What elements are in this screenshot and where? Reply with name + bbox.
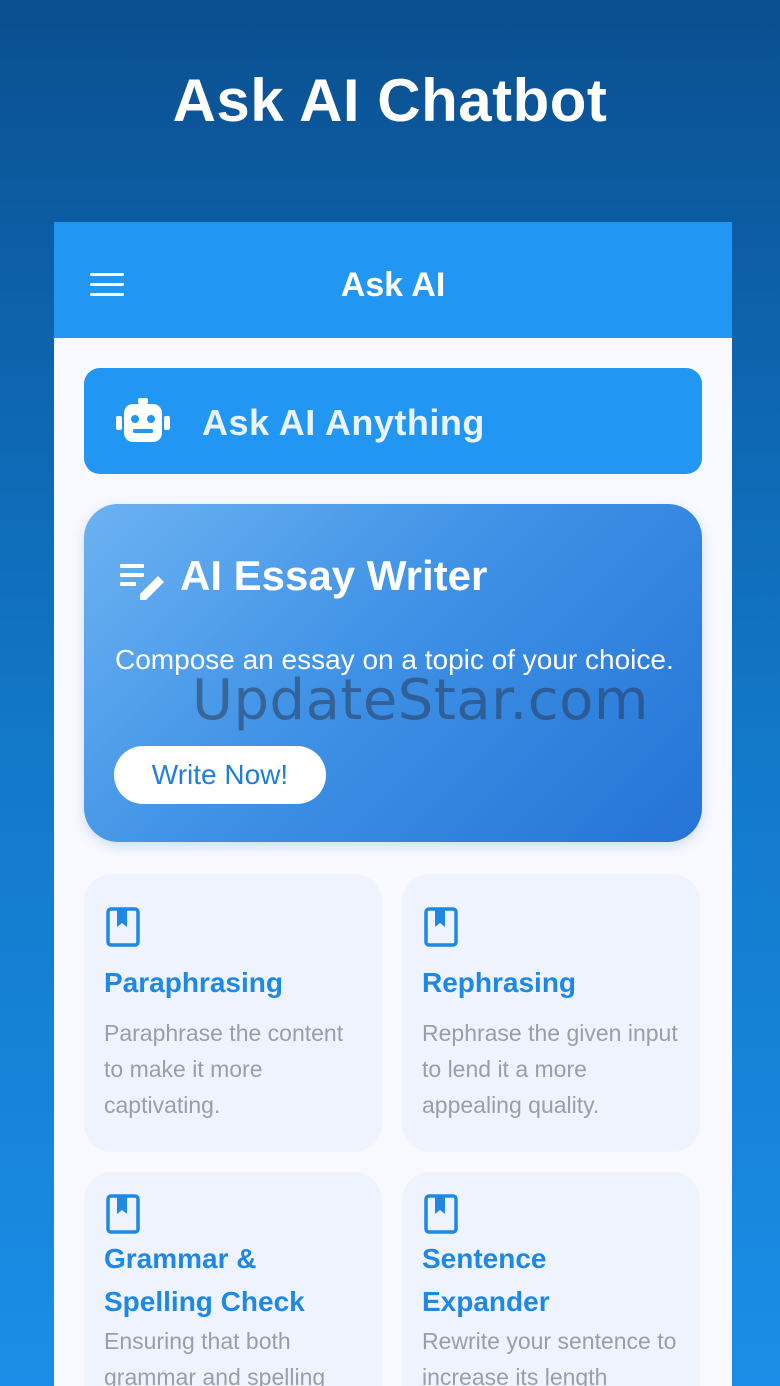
tool-description: Rephrase the given input to lend it a mo… [422, 1020, 678, 1118]
app-bar-title: Ask AI [340, 266, 446, 304]
book-bookmark-icon [106, 907, 140, 947]
app-screen: Ask AI Ask AI Anything AI Essay Writer C… [54, 222, 732, 1386]
robot-icon [116, 398, 170, 442]
ask-ai-anything-button[interactable]: Ask AI Anything [84, 368, 702, 474]
tool-card-rephrasing[interactable]: Rephrasing Rephrase the given input to l… [402, 874, 700, 1152]
tool-title: Sentence Expander [422, 1243, 550, 1317]
tool-description: Ensuring that both grammar and spelling [104, 1328, 326, 1386]
tool-description: Paraphrase the content to make it more c… [104, 1020, 344, 1118]
app-bar: Ask AI [54, 222, 732, 338]
essay-card-description: Compose an essay on a topic of your choi… [115, 644, 674, 675]
ask-ai-anything-label: Ask AI Anything [202, 402, 485, 443]
edit-notes-icon [120, 564, 164, 600]
book-bookmark-icon [106, 1194, 140, 1234]
essay-card-title: AI Essay Writer [180, 552, 488, 599]
write-now-button[interactable]: Write Now! [114, 746, 326, 804]
tool-title: Grammar & Spelling Check [104, 1243, 305, 1317]
tool-card-paraphrasing[interactable]: Paraphrasing Paraphrase the content to m… [84, 874, 382, 1152]
tool-description: Rewrite your sentence to increase its le… [422, 1328, 677, 1386]
tool-card-grammar-spelling-check[interactable]: Grammar & Spelling Check Ensuring that b… [84, 1172, 382, 1386]
tool-title: Paraphrasing [104, 967, 283, 998]
ai-essay-writer-card[interactable]: AI Essay Writer Compose an essay on a to… [84, 504, 702, 842]
tool-title: Rephrasing [422, 967, 577, 998]
promo-title: Ask AI Chatbot [172, 67, 608, 134]
book-bookmark-icon [424, 907, 458, 947]
book-bookmark-icon [424, 1194, 458, 1234]
tool-card-sentence-expander[interactable]: Sentence Expander Rewrite your sentence … [402, 1172, 700, 1386]
